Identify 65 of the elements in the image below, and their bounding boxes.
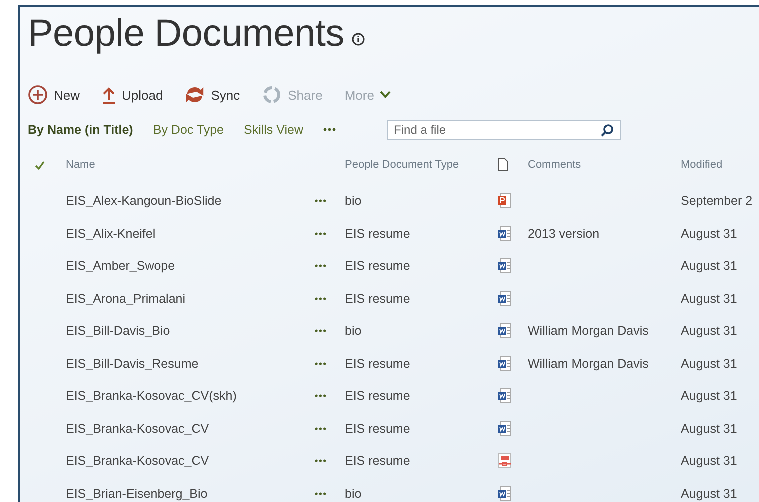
item-menu-button[interactable]: ••• [315, 326, 328, 336]
file-name-link[interactable]: EIS_Amber_Swope [66, 259, 315, 274]
table-cell-text: EIS resume [345, 259, 412, 274]
toolbar-button[interactable]: Upload [102, 86, 164, 104]
item-menu-button[interactable]: ••• [315, 261, 328, 272]
table-cell-text: EIS resume [345, 356, 412, 371]
table-cell-text: August 31 [681, 389, 738, 404]
column-header[interactable]: Modified [681, 159, 759, 171]
table-cell-text: August 31 [681, 324, 738, 338]
column-header[interactable]: People Document Type [345, 159, 498, 171]
info-icon[interactable] [352, 32, 366, 46]
table-cell-text: EIS resume [345, 226, 412, 241]
item-menu-button[interactable]: ••• [315, 358, 328, 369]
column-header[interactable]: Name [66, 159, 315, 171]
view-tab[interactable]: By Name (in Title) [28, 123, 134, 137]
table-cell-text: EIS resume [345, 389, 412, 404]
table-cell-text: William Morgan Davis [528, 324, 650, 338]
table-cell-text: August 31 [681, 486, 738, 501]
table-cell-text: EIS resume [345, 454, 412, 468]
column-header[interactable]: Comments [528, 159, 681, 171]
toolbar-button[interactable]: Sync [185, 86, 240, 104]
table-cell-text: August 31 [681, 259, 738, 274]
document-icon[interactable] [498, 158, 509, 172]
plus-circle-icon [28, 85, 48, 105]
table-cell-text: August 31 [681, 454, 738, 468]
item-menu-button[interactable]: ••• [315, 228, 328, 239]
table-cell-text: bio [345, 486, 363, 501]
item-menu-button[interactable]: ••• [315, 488, 328, 499]
chevron-down-icon [380, 91, 392, 99]
table-cell-text: EIS resume [345, 292, 412, 306]
table-cell-text: William Morgan Davis [528, 356, 650, 371]
file-name-link[interactable]: EIS_Brian-Eisenberg_Bio [66, 486, 315, 501]
item-menu-button[interactable]: ••• [315, 196, 328, 206]
sync-icon [185, 86, 206, 104]
item-menu-button[interactable]: ••• [315, 391, 328, 402]
more-views-button[interactable]: ••• [324, 124, 338, 136]
table-cell-text: EIS resume [345, 422, 412, 436]
search-icon [601, 124, 614, 137]
select-all-checkmark-icon[interactable] [35, 160, 45, 170]
item-menu-button[interactable]: ••• [315, 424, 328, 434]
toolbar-button[interactable]: New [28, 85, 80, 105]
file-name-link[interactable]: EIS_Branka-Kosovac_CV(skh) [66, 389, 315, 404]
file-name-link[interactable]: EIS_Alix-Kneifel [66, 226, 315, 241]
table-cell-text: August 31 [681, 422, 738, 436]
table-cell-text: bio [345, 194, 363, 208]
view-tab[interactable]: By Doc Type [153, 123, 224, 137]
item-menu-button[interactable]: ••• [315, 456, 328, 466]
file-name-link[interactable]: EIS_Bill-Davis_Bio [66, 324, 315, 338]
file-name-link[interactable]: EIS_Branka-Kosovac_CV [66, 454, 315, 468]
file-name-link[interactable]: EIS_Arona_Primalani [66, 292, 315, 306]
file-name-link[interactable]: EIS_Bill-Davis_Resume [66, 356, 315, 371]
table-cell-text: bio [345, 324, 363, 338]
table-cell-text: August 31 [681, 226, 738, 241]
file-name-link[interactable]: EIS_Branka-Kosovac_CV [66, 422, 315, 436]
share-icon [262, 85, 282, 105]
item-menu-button[interactable]: ••• [315, 294, 328, 304]
table-cell-text: August 31 [681, 356, 738, 371]
view-tab[interactable]: Skills View [244, 123, 304, 137]
table-cell-text: September 2 [681, 194, 754, 208]
table-cell-text: August 31 [681, 292, 738, 306]
file-name-link[interactable]: EIS_Alex-Kangoun-BioSlide [66, 194, 315, 208]
upload-icon [102, 86, 116, 104]
table-cell-text: 2013 version [528, 226, 601, 241]
search-field[interactable]: Find a file [387, 120, 622, 140]
page-title: People Documents [28, 12, 344, 56]
